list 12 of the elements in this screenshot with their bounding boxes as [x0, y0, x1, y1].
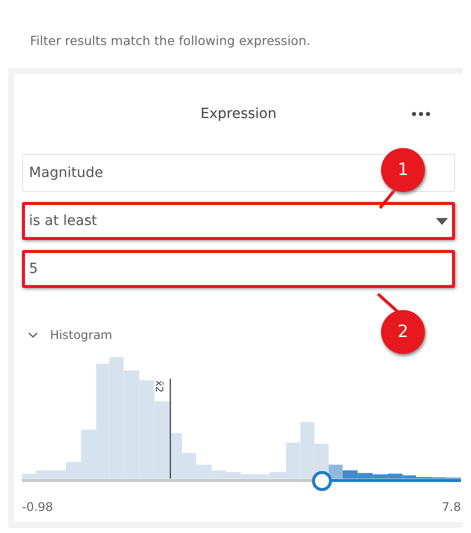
mean-label: x̄2 [153, 380, 164, 393]
leader-line [377, 292, 399, 314]
value-input[interactable]: 5 [22, 250, 455, 288]
histogram-label[interactable]: Histogram [50, 328, 112, 342]
chevron-icon[interactable] [28, 330, 38, 340]
intro-text: Filter results match the following expression. [30, 33, 310, 48]
max-label: 7.8 [442, 500, 461, 514]
more-options-icon[interactable] [411, 111, 431, 117]
operator-dropdown[interactable]: is at least [22, 202, 455, 240]
caret-icon [436, 218, 448, 224]
panel-title: Expression [200, 106, 276, 122]
min-label: -0.98 [22, 500, 54, 514]
